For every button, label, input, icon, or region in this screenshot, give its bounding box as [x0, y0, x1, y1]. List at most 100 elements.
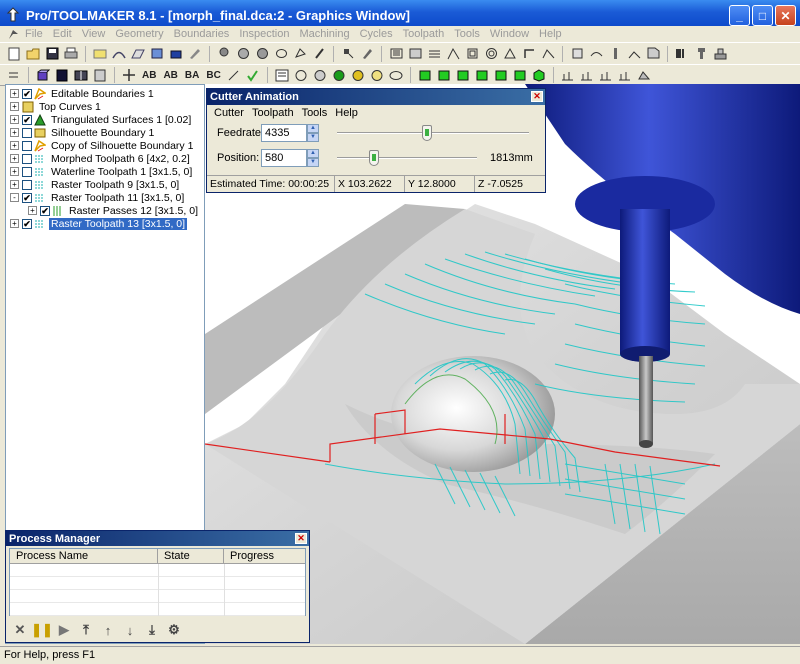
process-manager-close-button[interactable]: ✕ [295, 533, 307, 544]
menu-tools[interactable]: Tools [449, 28, 485, 40]
tool-icon[interactable] [674, 46, 690, 62]
menu-inspection[interactable]: Inspection [234, 28, 294, 40]
page-icon[interactable] [92, 67, 108, 83]
tree-expander[interactable]: + [10, 167, 19, 176]
menu-view[interactable]: View [77, 28, 111, 40]
new-file-icon[interactable] [6, 46, 22, 62]
move-top-icon[interactable]: ⤒ [78, 622, 94, 638]
solid-view-icon[interactable] [35, 67, 51, 83]
position-input[interactable]: 580 [261, 149, 307, 167]
select-boundary-icon[interactable] [149, 46, 165, 62]
toggle-ab-2[interactable]: AB [161, 70, 179, 81]
tree-expander[interactable]: + [10, 89, 19, 98]
waterline-icon[interactable] [426, 46, 442, 62]
stack-icon[interactable] [712, 46, 728, 62]
tree-checkbox[interactable] [22, 166, 32, 177]
region-icon[interactable] [292, 46, 308, 62]
check-tool-icon[interactable] [245, 67, 261, 83]
cutter-menu-help[interactable]: Help [331, 107, 362, 119]
menu-file[interactable]: File [20, 28, 48, 40]
slash-tool-icon[interactable] [311, 46, 327, 62]
book-icon[interactable] [73, 67, 89, 83]
zoom-fit-icon[interactable] [598, 67, 614, 83]
play-icon[interactable]: ▶ [56, 622, 72, 638]
tree-item-morphed-toolpath[interactable]: + Morphed Toolpath 6 [4x2, 0.2] [10, 152, 192, 165]
tree-checkbox[interactable]: ✔ [22, 114, 32, 125]
cutter-dialog-close-button[interactable]: ✕ [531, 91, 543, 102]
shade-solid-icon[interactable] [331, 67, 347, 83]
flowline-icon[interactable] [588, 46, 604, 62]
tree-checkbox[interactable]: ✔ [22, 88, 32, 99]
shape-icon[interactable] [254, 46, 270, 62]
tree-item-waterline-toolpath[interactable]: + Waterline Toolpath 1 [3x1.5, 0] [10, 165, 194, 178]
move-up-icon[interactable]: ↑ [100, 622, 116, 638]
pencil-trace-icon[interactable] [626, 46, 642, 62]
chamfer-icon[interactable] [645, 46, 661, 62]
boundary-tool-icon[interactable] [92, 46, 108, 62]
menu-cycles[interactable]: Cycles [355, 28, 398, 40]
spin-up-icon[interactable]: ▲ [307, 149, 319, 158]
boundary-flag-icon[interactable] [340, 46, 356, 62]
menu-window[interactable]: Window [485, 28, 534, 40]
pause-icon[interactable]: ❚❚ [31, 622, 53, 638]
ellipse-view-icon[interactable] [388, 67, 404, 83]
view-iso-icon[interactable] [531, 67, 547, 83]
view-back-icon[interactable] [455, 67, 471, 83]
cutter-menu-toolpath[interactable]: Toolpath [248, 107, 298, 119]
spin-up-icon[interactable]: ▲ [307, 124, 319, 133]
corner-icon[interactable] [521, 46, 537, 62]
feedrate-input[interactable]: 4335 [261, 124, 307, 142]
move-bottom-icon[interactable]: ⤓ [144, 622, 160, 638]
tree-expander[interactable]: + [10, 128, 19, 137]
menu-help[interactable]: Help [534, 28, 567, 40]
window-list-icon[interactable] [274, 67, 290, 83]
tree-item-raster-toolpath-11[interactable]: - ✔ Raster Toolpath 11 [3x1.5, 0] [10, 191, 186, 204]
zoom-icon[interactable] [560, 67, 576, 83]
document-view-icon[interactable] [54, 67, 70, 83]
tree-checkbox[interactable]: ✔ [22, 192, 32, 203]
view-left-icon[interactable] [474, 67, 490, 83]
steep-shallow-icon[interactable] [540, 46, 556, 62]
tree-checkbox[interactable] [22, 153, 32, 164]
minimize-button[interactable]: _ [729, 5, 750, 26]
tree-expander[interactable]: + [10, 102, 19, 111]
pencil-icon[interactable] [359, 46, 375, 62]
tree-item-raster-toolpath-13[interactable]: + ✔ Raster Toolpath 13 [3x1.5, 0] [10, 217, 188, 230]
open-folder-icon[interactable] [25, 46, 41, 62]
pocket-icon[interactable] [464, 46, 480, 62]
surface-boundary-icon[interactable] [130, 46, 146, 62]
tree-item-raster-toolpath-9[interactable]: + Raster Toolpath 9 [3x1.5, 0] [10, 178, 181, 191]
column-state[interactable]: State [158, 549, 224, 563]
spiral-icon[interactable] [483, 46, 499, 62]
view-top-icon[interactable] [417, 67, 433, 83]
edit-boundary-icon[interactable] [187, 46, 203, 62]
close-button[interactable]: ✕ [775, 5, 796, 26]
offset-icon[interactable] [407, 46, 423, 62]
print-icon[interactable] [63, 46, 79, 62]
tree-checkbox[interactable]: ✔ [40, 205, 50, 216]
shade-color-icon[interactable] [350, 67, 366, 83]
pattern-icon[interactable] [502, 46, 518, 62]
stop-icon[interactable]: ✕ [12, 622, 28, 638]
tree-expander[interactable]: + [10, 154, 19, 163]
view-right-icon[interactable] [493, 67, 509, 83]
undo-stack-icon[interactable] [6, 67, 22, 83]
ellipse-icon[interactable] [273, 46, 289, 62]
curve-boundary-icon[interactable] [111, 46, 127, 62]
tree-item-copy-silhouette[interactable]: + Copy of Silhouette Boundary 1 [10, 139, 195, 152]
column-progress[interactable]: Progress [224, 549, 305, 563]
shade-wire-icon[interactable] [293, 67, 309, 83]
doc-menu-icon[interactable] [6, 27, 20, 41]
settings-icon[interactable]: ⚙ [166, 622, 182, 638]
pin-icon[interactable] [216, 46, 232, 62]
move-down-icon[interactable]: ↓ [122, 622, 138, 638]
save-icon[interactable] [44, 46, 60, 62]
tree-expander[interactable]: + [28, 206, 37, 215]
tree-expander[interactable]: + [10, 180, 19, 189]
tree-expander[interactable]: + [10, 219, 19, 228]
fraction-icon[interactable] [226, 67, 242, 83]
menu-boundaries[interactable]: Boundaries [169, 28, 235, 40]
shade-yellow-icon[interactable] [369, 67, 385, 83]
view-bottom-icon[interactable] [512, 67, 528, 83]
toggle-bc[interactable]: BC [204, 70, 222, 81]
